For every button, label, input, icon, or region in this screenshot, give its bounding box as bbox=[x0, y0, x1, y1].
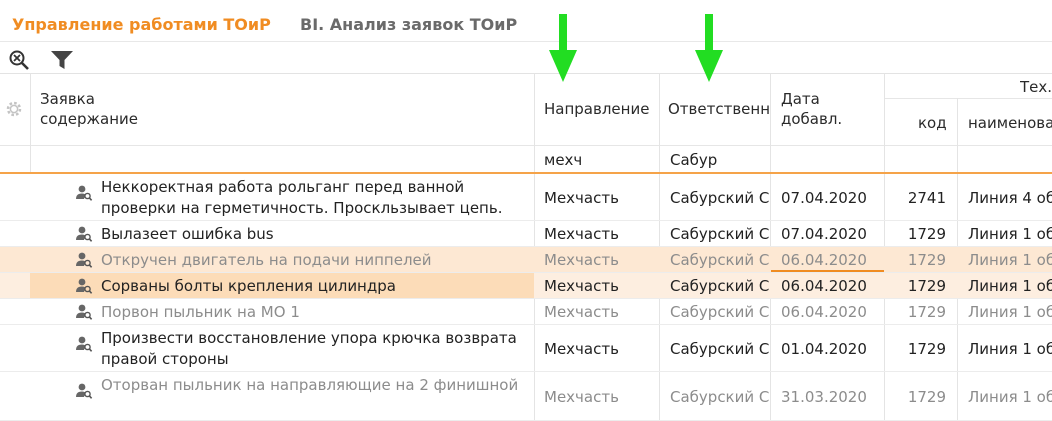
request-description: Откручен двигатель на подачи ниппелей bbox=[101, 251, 432, 269]
table-row[interactable]: Произвести восстановление упора крючка в… bbox=[0, 325, 1052, 372]
person-search-icon[interactable] bbox=[75, 382, 93, 400]
column-header-code[interactable]: код bbox=[918, 113, 947, 133]
green-arrow-icon bbox=[548, 14, 578, 84]
direction-cell: Мехчасть bbox=[544, 225, 619, 243]
col-divider-1 bbox=[30, 73, 31, 172]
filter-icon[interactable] bbox=[50, 49, 74, 71]
column-header-request-line1: Заявка bbox=[40, 90, 95, 108]
responsible-cell: Сабурский С bbox=[670, 277, 769, 295]
row-gutter bbox=[0, 273, 30, 298]
column-header-responsible[interactable]: Ответственный bbox=[668, 99, 769, 119]
person-search-icon[interactable] bbox=[75, 225, 93, 243]
direction-cell: Мехчасть bbox=[544, 189, 619, 207]
header-subgroup-line bbox=[885, 98, 1052, 99]
code-cell: 1729 bbox=[907, 303, 946, 321]
name-cell: Линия 1 об bbox=[968, 303, 1052, 321]
tab-bar: Управление работами ТОиР BI. Анализ заяв… bbox=[0, 0, 1052, 42]
toolbar bbox=[0, 44, 1052, 74]
person-search-icon[interactable] bbox=[75, 184, 93, 202]
name-cell: Линия 4 об bbox=[968, 189, 1052, 207]
person-search-icon[interactable] bbox=[75, 303, 93, 321]
date-cell: 31.03.2020 bbox=[781, 388, 867, 406]
name-cell: Линия 1 об bbox=[968, 277, 1052, 295]
code-cell: 1729 bbox=[907, 340, 946, 358]
column-group-tech-place: Тех.место bbox=[1020, 78, 1052, 96]
column-header-direction[interactable]: Направление bbox=[544, 99, 656, 119]
date-cell: 07.04.2020 bbox=[781, 225, 867, 243]
code-cell: 1729 bbox=[907, 277, 946, 295]
person-search-icon[interactable] bbox=[75, 251, 93, 269]
responsible-cell: Сабурский С bbox=[670, 251, 769, 269]
request-description: Порвон пыльник на МО 1 bbox=[101, 303, 300, 321]
responsible-cell: Сабурский С bbox=[670, 388, 769, 406]
date-cell: 01.04.2020 bbox=[781, 340, 867, 358]
request-description: Сорваны болты крепления цилиндра bbox=[101, 277, 396, 295]
column-header-request[interactable]: Заявка содержание bbox=[40, 89, 138, 129]
code-cell: 2741 bbox=[907, 189, 946, 207]
table-row[interactable]: Откручен двигатель на подачи ниппелей Мех… bbox=[0, 247, 1052, 273]
column-header-date-line1: Дата bbox=[781, 90, 820, 108]
table-row[interactable]: Сорваны болты крепления цилиндра Мехчасть… bbox=[0, 273, 1052, 299]
date-cell: 06.04.2020 bbox=[781, 251, 867, 269]
filter-direction-input[interactable]: мехч bbox=[544, 151, 582, 169]
request-description: Неккоректная работа рольганг перед ванно… bbox=[101, 178, 503, 217]
direction-cell: Мехчасть bbox=[544, 277, 619, 295]
green-arrow-icon bbox=[694, 14, 724, 84]
request-description: Произвести восстановление упора крючка в… bbox=[101, 329, 517, 368]
direction-cell: Мехчасть bbox=[544, 388, 619, 406]
responsible-cell: Сабурский С bbox=[670, 189, 769, 207]
settings-gear-icon[interactable] bbox=[4, 99, 24, 119]
direction-cell: Мехчасть bbox=[544, 340, 619, 358]
focused-cell-underline bbox=[771, 270, 884, 272]
code-cell: 1729 bbox=[907, 225, 946, 243]
table-row[interactable]: Оторван пыльник на направляющие на 2 фин… bbox=[0, 372, 1052, 421]
header-bottom-line bbox=[0, 145, 1052, 146]
direction-cell: Мехчасть bbox=[544, 303, 619, 321]
person-search-icon[interactable] bbox=[75, 277, 93, 295]
responsible-cell: Сабурский С bbox=[670, 340, 769, 358]
column-header-date[interactable]: Дата добавл. bbox=[781, 89, 842, 129]
column-header-request-line2: содержание bbox=[40, 110, 139, 128]
name-cell: Линия 1 об bbox=[968, 388, 1052, 406]
tab-repair-management[interactable]: Управление работами ТОиР bbox=[12, 15, 271, 34]
date-cell: 06.04.2020 bbox=[781, 303, 867, 321]
date-cell: 06.04.2020 bbox=[781, 277, 867, 295]
request-description: Вылазеет ошибка bus bbox=[101, 225, 274, 243]
name-cell: Линия 1 об bbox=[968, 251, 1052, 269]
date-cell: 07.04.2020 bbox=[781, 189, 867, 207]
table-row[interactable]: Неккоректная работа рольганг перед ванно… bbox=[0, 174, 1052, 221]
code-cell: 1729 bbox=[907, 251, 946, 269]
request-description: Оторван пыльник на направляющие на 2 фин… bbox=[101, 376, 519, 394]
table-row[interactable]: Порвон пыльник на МО 1 Мехчасть Сабурский … bbox=[0, 299, 1052, 325]
person-search-icon[interactable] bbox=[75, 335, 93, 353]
responsible-cell: Сабурский С bbox=[670, 225, 769, 243]
name-cell: Линия 1 об bbox=[968, 340, 1052, 358]
requests-grid: Заявка содержание Направление Ответствен… bbox=[0, 73, 1052, 421]
zoom-reset-icon[interactable] bbox=[8, 49, 32, 71]
name-cell: Линия 1 об bbox=[968, 225, 1052, 243]
table-row[interactable]: Вылазеет ошибка bus Мехчасть Сабурский С 07… bbox=[0, 221, 1052, 247]
filter-responsible-input[interactable]: Сабур bbox=[670, 151, 717, 169]
code-cell: 1729 bbox=[907, 388, 946, 406]
tab-bi-analysis[interactable]: BI. Анализ заявок ТОиР bbox=[300, 15, 517, 34]
column-header-date-line2: добавл. bbox=[781, 110, 843, 128]
responsible-cell: Сабурский С bbox=[670, 303, 769, 321]
column-header-name[interactable]: наименование bbox=[968, 113, 1052, 133]
direction-cell: Мехчасть bbox=[544, 251, 619, 269]
